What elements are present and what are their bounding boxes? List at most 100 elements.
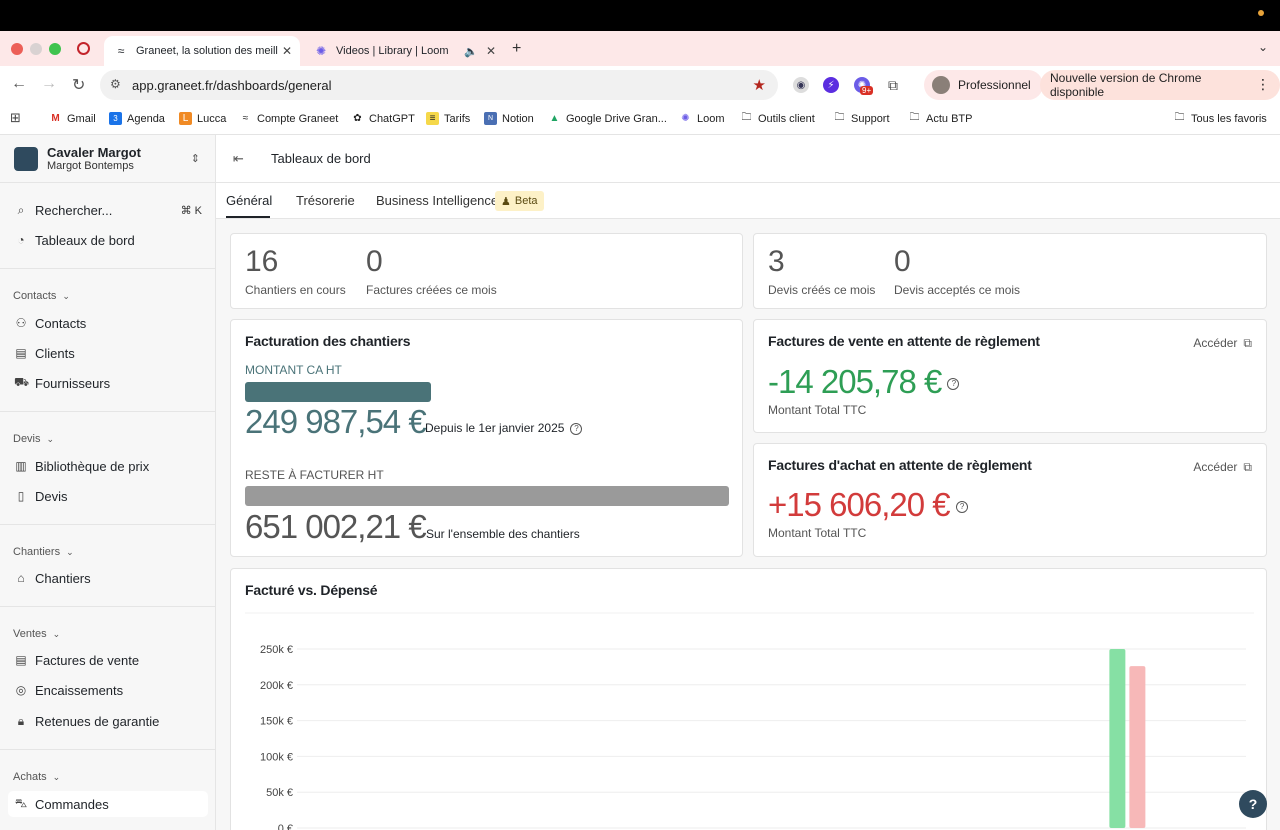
sidebar-item-projects[interactable]: ⌂ Chantiers (8, 565, 208, 591)
bookmark-gmail[interactable]: M Gmail (49, 112, 95, 125)
bookmark-notion[interactable]: N Notion (484, 112, 534, 125)
sidebar-item-sales-invoices[interactable]: ▤ Factures de vente (8, 647, 208, 673)
ca-note: Depuis le 1er janvier 2025? (425, 421, 583, 435)
sidebar-item-price-library[interactable]: ▥ Bibliothèque de prix (8, 453, 208, 479)
chevron-down-icon: ⌄ (66, 547, 74, 557)
divider (0, 411, 216, 412)
section-header-quotes[interactable]: Devis ⌄ (13, 433, 54, 445)
speaker-icon[interactable]: 🔈 (464, 45, 478, 58)
apps-grid-icon[interactable]: ⊞ (10, 110, 21, 126)
record-icon[interactable] (77, 42, 90, 55)
coin-icon: ◎ (15, 683, 27, 697)
section-header-contacts[interactable]: Contacts ⌄ (13, 290, 70, 302)
chatgpt-icon: ✿ (353, 113, 362, 124)
section-header-projects[interactable]: Chantiers ⌄ (13, 546, 74, 558)
section-header-sales[interactable]: Ventes ⌄ (13, 628, 60, 640)
chevron-down-icon: ⌄ (62, 291, 70, 301)
chart-bar[interactable] (1129, 666, 1146, 828)
bookmark-outils-client[interactable]: 🗀 Outils client (740, 112, 815, 125)
folder-icon: 🗀 (1174, 112, 1185, 123)
sidebar-item-contacts[interactable]: ⚇ Contacts (8, 310, 208, 336)
close-tab-icon[interactable]: ✕ (282, 44, 292, 58)
sidebar-item-retention[interactable]: 🔒︎ Retenues de garantie (8, 708, 208, 734)
bookmark-tarifs[interactable]: ≡ Tarifs (426, 112, 470, 125)
tab-treasury[interactable]: Trésorerie (296, 193, 355, 208)
section-header-purchases[interactable]: Achats ⌄ (13, 771, 60, 783)
divider (0, 606, 216, 607)
ca-label: MONTANT CA HT (245, 363, 342, 377)
more-menu-icon[interactable]: ⋮ (1256, 76, 1270, 93)
y-tick-label: 100k € (260, 751, 293, 763)
help-icon[interactable]: ? (947, 378, 960, 391)
ca-progress-bar (245, 382, 431, 402)
sidebar-item-orders[interactable]: ⛍ Commandes (8, 791, 208, 817)
extensions-puzzle-icon[interactable]: ⧉ (885, 77, 901, 93)
avatar (932, 76, 950, 94)
bookmark-compte-graneet[interactable]: ≈ Compte Graneet (239, 112, 339, 125)
update-label: Nouvelle version de Chrome disponible (1050, 71, 1202, 99)
back-icon[interactable]: ← (11, 75, 27, 93)
y-tick-label: 150k € (260, 716, 293, 728)
all-bookmarks[interactable]: 🗀 Tous les favoris (1173, 112, 1267, 125)
graneet-logo-icon: ≈ (117, 44, 125, 58)
browser-tab-loom[interactable]: ✺ Videos | Library | Loom 🔈 ✕ (304, 36, 504, 66)
zoom-window-button[interactable] (49, 43, 61, 55)
invoice-icon: ▤ (15, 653, 27, 667)
new-tab-icon[interactable]: + (512, 40, 521, 58)
help-icon[interactable]: ? (955, 501, 968, 514)
site-settings-icon[interactable]: ⚙ (110, 77, 121, 91)
extension-badge: 9+ (860, 86, 874, 95)
bookmark-agenda[interactable]: 3 Agenda (109, 112, 165, 125)
beta-badge: ♟ Beta (495, 191, 544, 211)
sales-pending-link[interactable]: Accéder ⧉ (1193, 336, 1252, 351)
browser-tab-graneet[interactable]: ≈ Graneet, la solution des meill ✕ (104, 36, 300, 66)
profile-button[interactable]: Professionnel (924, 70, 1043, 100)
y-tick-label: 50k € (266, 787, 293, 799)
extension-icon[interactable]: ◉ (793, 77, 809, 93)
purchase-pending-sublabel: Montant Total TTC (768, 526, 867, 540)
sidebar-item-payments[interactable]: ◎ Encaissements (8, 677, 208, 703)
sales-pending-card: Factures de vente en attente de règlemen… (753, 319, 1267, 433)
bookmark-google-drive[interactable]: ▲ Google Drive Gran... (548, 112, 667, 125)
bookmark-support[interactable]: 🗀 Support (833, 112, 890, 125)
sidebar-item-suppliers[interactable]: ⛟ Fournisseurs (8, 370, 208, 396)
extension-bolt-icon[interactable]: ⚡ (823, 77, 839, 93)
org-switcher[interactable]: Cavaler Margot Margot Bontemps ⇕ (0, 135, 216, 183)
bookmark-chatgpt[interactable]: ✿ ChatGPT (351, 112, 415, 125)
tab-business-intelligence[interactable]: Business Intelligence (376, 193, 498, 208)
search-shortcut: ⌘ K (180, 204, 202, 217)
purchase-pending-title: Factures d'achat en attente de règlement (768, 457, 1032, 473)
kpi-card-projects: 16 Chantiers en cours 0 Factures créées … (230, 233, 743, 309)
bookmark-star-icon[interactable]: ★ (753, 76, 766, 94)
help-icon[interactable]: ? (570, 422, 583, 435)
chevron-updown-icon: ⇕ (190, 153, 200, 165)
sidebar-item-dashboards[interactable]: ◔ Tableaux de bord (8, 227, 208, 253)
close-tab-icon[interactable]: ✕ (486, 44, 496, 58)
browser-chrome: ≈ Graneet, la solution des meill ✕ ✺ Vid… (0, 31, 1280, 135)
folder-icon: 🗀 (909, 112, 920, 123)
search-button[interactable]: ⌕ Rechercher... ⌘ K (8, 197, 208, 223)
chrome-update-button[interactable]: Nouvelle version de Chrome disponible ⋮ (1040, 70, 1280, 100)
help-button[interactable]: ? (1239, 790, 1267, 818)
forward-icon[interactable]: → (41, 75, 57, 93)
chart-bar[interactable] (1109, 649, 1126, 828)
bookmark-actu-btp[interactable]: 🗀 Actu BTP (908, 112, 973, 125)
dashboard-tabs: Général Trésorerie Business Intelligence… (216, 183, 1280, 219)
minimize-window-button[interactable] (30, 43, 42, 55)
y-tick-label: 250k € (260, 644, 293, 656)
os-menubar (0, 0, 1280, 31)
address-bar[interactable]: ⚙ app.graneet.fr/dashboards/general ★ (100, 70, 778, 100)
remaining-amount: 651 002,21 € (245, 508, 427, 545)
tab-search-chevron-icon[interactable]: ⌄ (1258, 40, 1268, 54)
sales-pending-title: Factures de vente en attente de règlemen… (768, 333, 1040, 349)
collapse-sidebar-icon[interactable]: ⇤ (233, 151, 244, 167)
tab-general[interactable]: Général (226, 193, 272, 208)
bookmark-loom[interactable]: ✺ Loom (679, 112, 724, 125)
sidebar-item-quotes[interactable]: ▯ Devis (8, 483, 208, 509)
close-window-button[interactable] (11, 43, 23, 55)
reload-icon[interactable]: ↻ (72, 75, 85, 95)
purchase-pending-link[interactable]: Accéder ⧉ (1193, 460, 1252, 475)
bookmark-lucca[interactable]: L Lucca (179, 112, 226, 125)
sidebar-item-clients[interactable]: ▤ Clients (8, 340, 208, 366)
search-icon: ⌕ (17, 202, 25, 217)
